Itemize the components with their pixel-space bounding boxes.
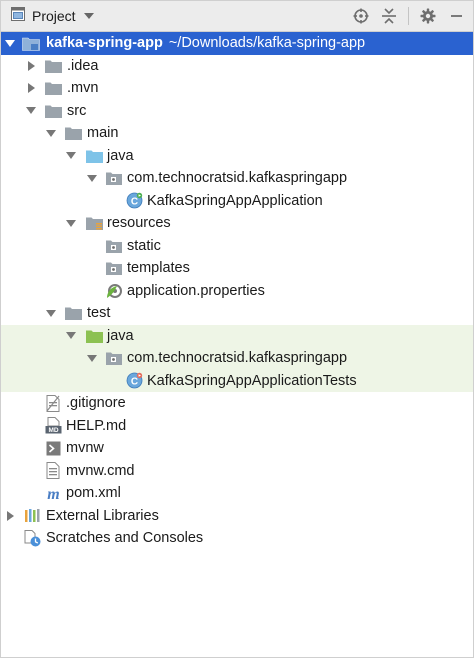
tree-label: java	[107, 327, 134, 344]
tree-label: mvnw.cmd	[66, 462, 135, 479]
tree-label: java	[107, 147, 134, 164]
tree-label: External Libraries	[46, 507, 159, 524]
tree-row-resources[interactable]: resources	[1, 212, 473, 235]
markdown-file-icon: MD	[44, 417, 62, 434]
expand-arrow-icon[interactable]	[66, 331, 76, 341]
root-project-name: kafka-spring-app	[46, 35, 163, 52]
expand-arrow-icon[interactable]	[87, 173, 97, 183]
folder-icon	[64, 305, 82, 321]
project-view-icon	[11, 6, 25, 26]
libraries-icon	[23, 508, 41, 524]
tree-row-src[interactable]: src	[1, 100, 473, 123]
folder-icon	[105, 260, 123, 276]
tree-row-static[interactable]: static	[1, 235, 473, 258]
expand-arrow-icon[interactable]	[5, 38, 15, 48]
tree-row-templates[interactable]: templates	[1, 257, 473, 280]
folder-icon	[44, 58, 62, 74]
expand-arrow-icon[interactable]	[46, 128, 56, 138]
tree-label: mvnw	[66, 440, 104, 457]
tree-row-mvnw-cmd[interactable]: mvnw.cmd	[1, 460, 473, 483]
settings-gear-icon[interactable]	[417, 5, 439, 27]
tree-row-mvn[interactable]: .mvn	[1, 77, 473, 100]
tree-row-app-properties[interactable]: application.properties	[1, 280, 473, 303]
tree-row-test-package[interactable]: com.technocratsid.kafkaspringapp	[1, 347, 473, 370]
tree-label: KafkaSpringAppApplication	[147, 192, 323, 209]
expand-arrow-icon[interactable]	[5, 511, 15, 521]
tree-label: HELP.md	[66, 417, 127, 434]
tree-row-root[interactable]: kafka-spring-app ~/Downloads/kafka-spring…	[1, 32, 473, 55]
tree-label: application.properties	[127, 282, 265, 299]
tree-label: Scratches and Consoles	[46, 530, 204, 547]
tree-row-external-libraries[interactable]: External Libraries	[1, 505, 473, 528]
expand-arrow-icon[interactable]	[26, 83, 36, 93]
tree-row-scratches[interactable]: Scratches and Consoles	[1, 527, 473, 550]
svg-text:C: C	[130, 377, 137, 388]
tree-row-help[interactable]: MD HELP.md	[1, 415, 473, 438]
tree-row-app-class[interactable]: C KafkaSpringAppApplication	[1, 190, 473, 213]
project-tree: kafka-spring-app ~/Downloads/kafka-spring…	[1, 32, 473, 550]
hide-icon[interactable]	[445, 5, 467, 27]
expand-arrow-icon[interactable]	[26, 106, 36, 116]
expand-arrow-icon[interactable]	[66, 151, 76, 161]
locate-icon[interactable]	[350, 5, 372, 27]
shell-script-icon	[44, 440, 62, 456]
tree-label: com.technocratsid.kafkaspringapp	[127, 350, 348, 367]
expand-arrow-icon[interactable]	[87, 353, 97, 363]
svg-text:MD: MD	[48, 427, 58, 434]
tree-row-pom[interactable]: m pom.xml	[1, 482, 473, 505]
tree-label: src	[67, 102, 87, 119]
test-folder-icon	[85, 328, 103, 344]
tree-label: templates	[127, 260, 190, 277]
package-icon	[105, 350, 123, 366]
folder-icon	[44, 103, 62, 119]
toolbar-separator	[408, 7, 409, 25]
tree-row-idea[interactable]: .idea	[1, 55, 473, 78]
tree-label: resources	[107, 215, 171, 232]
maven-file-icon: m	[44, 485, 62, 501]
test-class-icon: C	[125, 372, 143, 389]
collapse-all-icon[interactable]	[378, 5, 400, 27]
tree-label: KafkaSpringAppApplicationTests	[147, 372, 357, 389]
package-icon	[105, 170, 123, 186]
tree-label: .mvn	[67, 80, 99, 97]
spring-properties-icon	[105, 283, 123, 299]
svg-text:C: C	[130, 197, 137, 208]
project-view-dropdown[interactable]: Project	[1, 1, 94, 31]
tree-row-gitignore[interactable]: .gitignore	[1, 392, 473, 415]
module-folder-icon	[22, 35, 40, 51]
svg-text:m: m	[47, 486, 59, 501]
expand-arrow-icon[interactable]	[66, 218, 76, 228]
expand-arrow-icon[interactable]	[46, 308, 56, 318]
ignore-file-icon	[44, 394, 62, 412]
source-folder-icon	[85, 148, 103, 164]
chevron-down-icon	[83, 13, 94, 19]
tree-row-main-java[interactable]: java	[1, 145, 473, 168]
tree-row-test[interactable]: test	[1, 302, 473, 325]
folder-icon	[64, 125, 82, 141]
tree-row-mvnw[interactable]: mvnw	[1, 437, 473, 460]
tree-label: .idea	[67, 57, 99, 74]
tree-label: static	[127, 237, 161, 254]
tree-label: .gitignore	[66, 395, 126, 412]
tree-row-test-class[interactable]: C KafkaSpringAppApplicationTests	[1, 369, 473, 392]
tree-row-test-java[interactable]: java	[1, 324, 473, 347]
project-view-title: Project	[32, 8, 76, 24]
project-tool-window: Project kafka-spring-app ~/Downloads/kaf…	[0, 0, 474, 658]
tree-label: test	[87, 305, 111, 322]
expand-arrow-icon[interactable]	[26, 61, 36, 71]
tree-row-main-package[interactable]: com.technocratsid.kafkaspringapp	[1, 167, 473, 190]
text-file-icon	[44, 462, 62, 480]
root-project-path: ~/Downloads/kafka-spring-app	[168, 35, 366, 52]
tree-label: main	[87, 125, 119, 142]
resources-folder-icon	[85, 215, 103, 231]
tree-label: pom.xml	[66, 485, 121, 502]
project-toolbar: Project	[1, 1, 473, 32]
folder-icon	[105, 238, 123, 254]
tree-label: com.technocratsid.kafkaspringapp	[127, 170, 348, 187]
folder-icon	[44, 80, 62, 96]
java-class-icon: C	[125, 192, 143, 209]
toolbar-actions	[344, 1, 473, 31]
tree-row-main[interactable]: main	[1, 122, 473, 145]
scratches-icon	[23, 529, 41, 547]
